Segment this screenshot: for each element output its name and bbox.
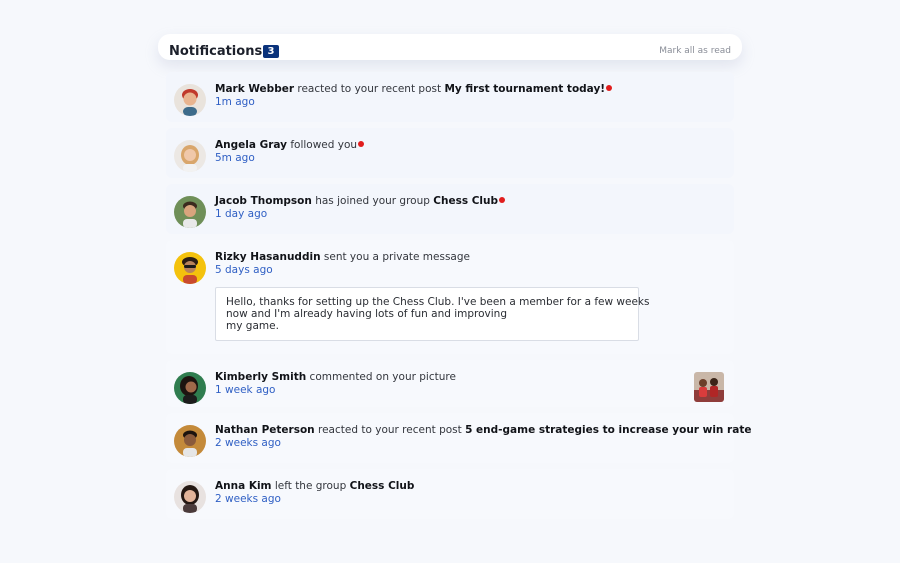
sender-name[interactable]: Rizky Hasanuddin: [215, 251, 321, 263]
notification-time: 1 week ago: [215, 384, 276, 396]
message-line: Hello, thanks for setting up the Chess C…: [226, 296, 650, 308]
notification-time: 2 weeks ago: [215, 493, 281, 505]
notifications-header: Notifications 3 Mark all as read: [158, 34, 742, 60]
unread-count-badge: 3: [263, 45, 279, 58]
notification-item[interactable]: Nathan Peterson reacted to your recent p…: [166, 413, 751, 463]
notification-item[interactable]: Anna Kim left the group Chess Club 2 wee…: [166, 469, 734, 519]
notification-target[interactable]: Chess Club: [350, 480, 415, 492]
notification-target[interactable]: 5 end-game strategies to increase your w…: [465, 424, 751, 436]
notification-time: 5m ago: [215, 152, 255, 164]
avatar-angela-gray[interactable]: [174, 140, 206, 172]
sender-name[interactable]: Mark Webber: [215, 83, 294, 95]
unread-dot: [358, 141, 365, 147]
notification-action: commented on your picture: [309, 371, 456, 383]
sender-name[interactable]: Angela Gray: [215, 139, 287, 151]
private-message[interactable]: Hello, thanks for setting up the Chess C…: [215, 287, 650, 341]
page-title: Notifications: [169, 44, 263, 59]
notification-item[interactable]: Kimberly Smith commented on your picture…: [166, 360, 734, 407]
notification-action: left the group: [274, 480, 347, 492]
notification-action: reacted to your recent post: [318, 424, 462, 436]
notification-action: reacted to your recent post: [297, 83, 442, 95]
sender-name[interactable]: Kimberly Smith: [215, 371, 306, 383]
notification-item[interactable]: Rizky Hasanuddin sent you a private mess…: [166, 240, 734, 354]
notification-action: followed you: [290, 139, 358, 151]
notification-list: Mark Webber reacted to your recent post …: [166, 72, 751, 525]
notification-action: has joined your group: [315, 195, 430, 207]
notifications-panel: Notifications 3 Mark all as read Mark We…: [158, 34, 751, 519]
avatar-nathan-peterson[interactable]: [174, 425, 206, 457]
message-line: my game.: [226, 320, 279, 332]
notification-item[interactable]: Jacob Thompson has joined your group Che…: [166, 184, 734, 234]
message-line: now and I'm already having lots of fun a…: [226, 308, 508, 320]
notification-time: 1m ago: [215, 96, 255, 108]
avatar-mark-webber[interactable]: [174, 84, 206, 116]
avatar-kimberly-smith[interactable]: [174, 372, 206, 404]
notification-item[interactable]: Angela Gray followed you 5m ago: [166, 128, 734, 178]
sender-name[interactable]: Anna Kim: [215, 480, 272, 492]
avatar-anna-kim[interactable]: [174, 481, 206, 513]
notification-action: sent you a private message: [323, 251, 470, 263]
avatar-rizky-hasanuddin[interactable]: [174, 252, 206, 284]
notification-target[interactable]: My first tournament today!: [444, 83, 605, 95]
avatar-jacob-thompson[interactable]: [174, 196, 206, 228]
commented-picture-thumbnail[interactable]: [694, 372, 724, 402]
unread-dot: [499, 197, 506, 203]
mark-all-read-button[interactable]: Mark all as read: [659, 46, 731, 56]
notification-time: 2 weeks ago: [215, 437, 281, 449]
sender-name[interactable]: Nathan Peterson: [215, 424, 315, 436]
unread-dot: [606, 85, 613, 91]
notification-target[interactable]: Chess Club: [433, 195, 498, 207]
notification-time: 5 days ago: [215, 264, 273, 276]
sender-name[interactable]: Jacob Thompson: [215, 195, 312, 207]
notification-item[interactable]: Mark Webber reacted to your recent post …: [166, 72, 734, 122]
notification-time: 1 day ago: [215, 208, 268, 220]
